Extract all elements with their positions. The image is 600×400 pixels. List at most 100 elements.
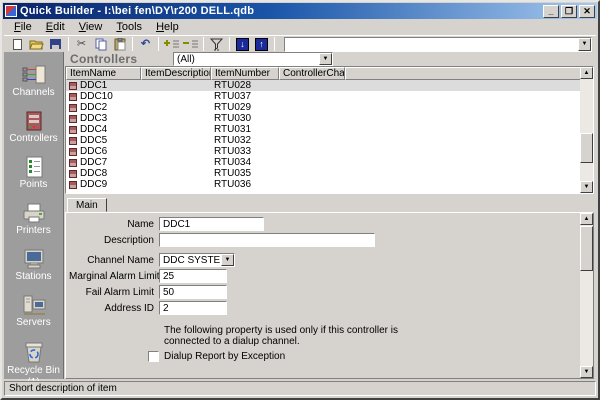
table-row[interactable]: DDC9 RTU036 <box>66 179 593 190</box>
menu-edit[interactable]: Edit <box>40 21 71 33</box>
status-bar: Short description of item <box>4 381 596 396</box>
toolbar: ✂ ↶ ↓ ↑ ▼ <box>4 35 596 52</box>
scrollbar-thumb[interactable] <box>580 133 593 163</box>
remove-item-button[interactable] <box>181 36 200 52</box>
tab-main[interactable]: Main <box>67 198 107 212</box>
sidebar-item-printers[interactable]: Printers <box>4 202 63 236</box>
upload-button[interactable]: ↑ <box>252 36 271 52</box>
sidebar-label: Points <box>20 180 48 190</box>
table-row[interactable]: DDC3 RTU030 <box>66 113 593 124</box>
table-row[interactable]: DDC8 RTU035 <box>66 168 593 179</box>
dialup-note-line2: connected to a dialup channel. <box>164 336 300 347</box>
download-button[interactable]: ↓ <box>233 36 252 52</box>
scroll-down-icon[interactable]: ▼ <box>580 181 593 193</box>
table-row[interactable]: DDC7 RTU034 <box>66 157 593 168</box>
marginal-alarm-limit-field[interactable] <box>159 269 227 283</box>
fail-alarm-limit-field[interactable] <box>159 285 227 299</box>
sidebar-item-points[interactable]: Points <box>4 156 63 190</box>
toolbar-separator <box>158 37 159 51</box>
paste-button[interactable] <box>110 36 129 52</box>
chevron-down-icon[interactable]: ▼ <box>319 53 332 65</box>
table-row[interactable]: DDC1 RTU028 <box>66 80 593 91</box>
menu-file[interactable]: File <box>8 21 38 33</box>
column-header-itemnumber[interactable]: ItemNumber <box>211 67 279 80</box>
table-header: ItemName ItemDescription ItemNumber Cont… <box>66 67 593 80</box>
open-folder-icon <box>29 38 44 50</box>
sidebar-label: Recycle Bin <box>7 366 60 376</box>
chevron-down-icon[interactable]: ▼ <box>578 38 591 51</box>
open-button[interactable] <box>27 36 46 52</box>
new-file-icon <box>13 39 22 50</box>
sidebar-label: Printers <box>16 226 50 236</box>
item-name: DDC5 <box>80 135 107 146</box>
cut-button[interactable]: ✂ <box>72 36 91 52</box>
points-icon <box>21 156 47 178</box>
item-number: RTU034 <box>211 157 279 168</box>
scroll-up-icon[interactable]: ▲ <box>580 213 593 225</box>
copy-button[interactable] <box>91 36 110 52</box>
menu-help[interactable]: Help <box>150 21 185 33</box>
dialup-note-line1: The following property is used only if t… <box>164 325 398 336</box>
paste-icon <box>114 38 126 51</box>
filter-combobox[interactable]: (All) ▼ <box>173 52 333 66</box>
scroll-down-icon[interactable]: ▼ <box>580 366 593 378</box>
new-button[interactable] <box>8 36 27 52</box>
item-name: DDC1 <box>80 80 107 91</box>
item-name: DDC10 <box>80 91 113 102</box>
controllers-icon <box>21 110 47 132</box>
column-header-itemdescription[interactable]: ItemDescription <box>141 67 211 80</box>
maximize-button[interactable]: ❐ <box>561 5 577 18</box>
sidebar-label: Servers <box>16 318 50 328</box>
minimize-button[interactable]: _ <box>543 5 559 18</box>
save-button[interactable] <box>46 36 65 52</box>
main-area: Controllers (All) ▼ ItemName ItemDescrip… <box>65 52 596 379</box>
title-bar: Quick Builder - I:\bei fen\DY\r200 DELL.… <box>3 3 597 19</box>
channels-icon <box>21 64 47 86</box>
description-label: Description <box>69 235 159 246</box>
menu-view[interactable]: View <box>73 21 109 33</box>
sidebar-item-channels[interactable]: Channels <box>4 64 63 98</box>
scroll-up-icon[interactable]: ▲ <box>580 67 593 79</box>
table-scrollbar[interactable]: ▲ ▼ <box>580 67 593 193</box>
dialup-report-checkbox-label: Dialup Report by Exception <box>164 351 285 362</box>
address-id-field[interactable] <box>159 301 227 315</box>
table-row[interactable]: DDC10 RTU037 <box>66 91 593 102</box>
toolbar-combobox[interactable]: ▼ <box>284 37 592 52</box>
undo-button[interactable]: ↶ <box>136 36 155 52</box>
table-row[interactable]: DDC2 RTU029 <box>66 102 593 113</box>
item-name: DDC7 <box>80 157 107 168</box>
item-number: RTU037 <box>211 91 279 102</box>
fail-alarm-limit-label: Fail Alarm Limit <box>69 287 159 298</box>
controller-item-icon <box>69 137 77 145</box>
filter-button[interactable] <box>207 36 226 52</box>
table-row[interactable]: DDC6 RTU033 <box>66 146 593 157</box>
scrollbar-thumb[interactable] <box>580 226 593 271</box>
column-header-controllerchannel[interactable]: ControllerChann... <box>279 67 345 80</box>
add-item-button[interactable] <box>162 36 181 52</box>
table-row[interactable]: DDC4 RTU031 <box>66 124 593 135</box>
status-text: Short description of item <box>9 383 117 394</box>
sidebar-item-stations[interactable]: Stations <box>4 248 63 282</box>
form-scrollbar[interactable]: ▲ ▼ <box>580 213 593 378</box>
download-icon: ↓ <box>236 38 249 51</box>
window-title: Quick Builder - I:\bei fen\DY\r200 DELL.… <box>20 5 254 17</box>
dialup-report-checkbox[interactable] <box>148 351 159 362</box>
table-row[interactable]: DDC5 RTU032 <box>66 135 593 146</box>
column-header-itemname[interactable]: ItemName <box>66 67 141 80</box>
name-field[interactable] <box>159 217 264 231</box>
sidebar-item-controllers[interactable]: Controllers <box>4 110 63 144</box>
controller-item-icon <box>69 115 77 123</box>
item-number: RTU032 <box>211 135 279 146</box>
close-button[interactable]: ✕ <box>579 5 595 18</box>
item-name: DDC2 <box>80 102 107 113</box>
item-number: RTU028 <box>211 80 279 91</box>
chevron-down-icon[interactable]: ▼ <box>221 254 234 266</box>
sidebar-item-servers[interactable]: Servers <box>4 294 63 328</box>
menu-tools[interactable]: Tools <box>110 21 148 33</box>
channel-name-combobox[interactable]: DDC SYSTEM ▼ <box>159 253 235 267</box>
save-icon <box>50 39 61 49</box>
channel-name-value: DDC SYSTEM <box>160 255 221 266</box>
app-icon <box>5 5 17 17</box>
copy-icon <box>95 38 107 51</box>
description-field[interactable] <box>159 233 375 247</box>
